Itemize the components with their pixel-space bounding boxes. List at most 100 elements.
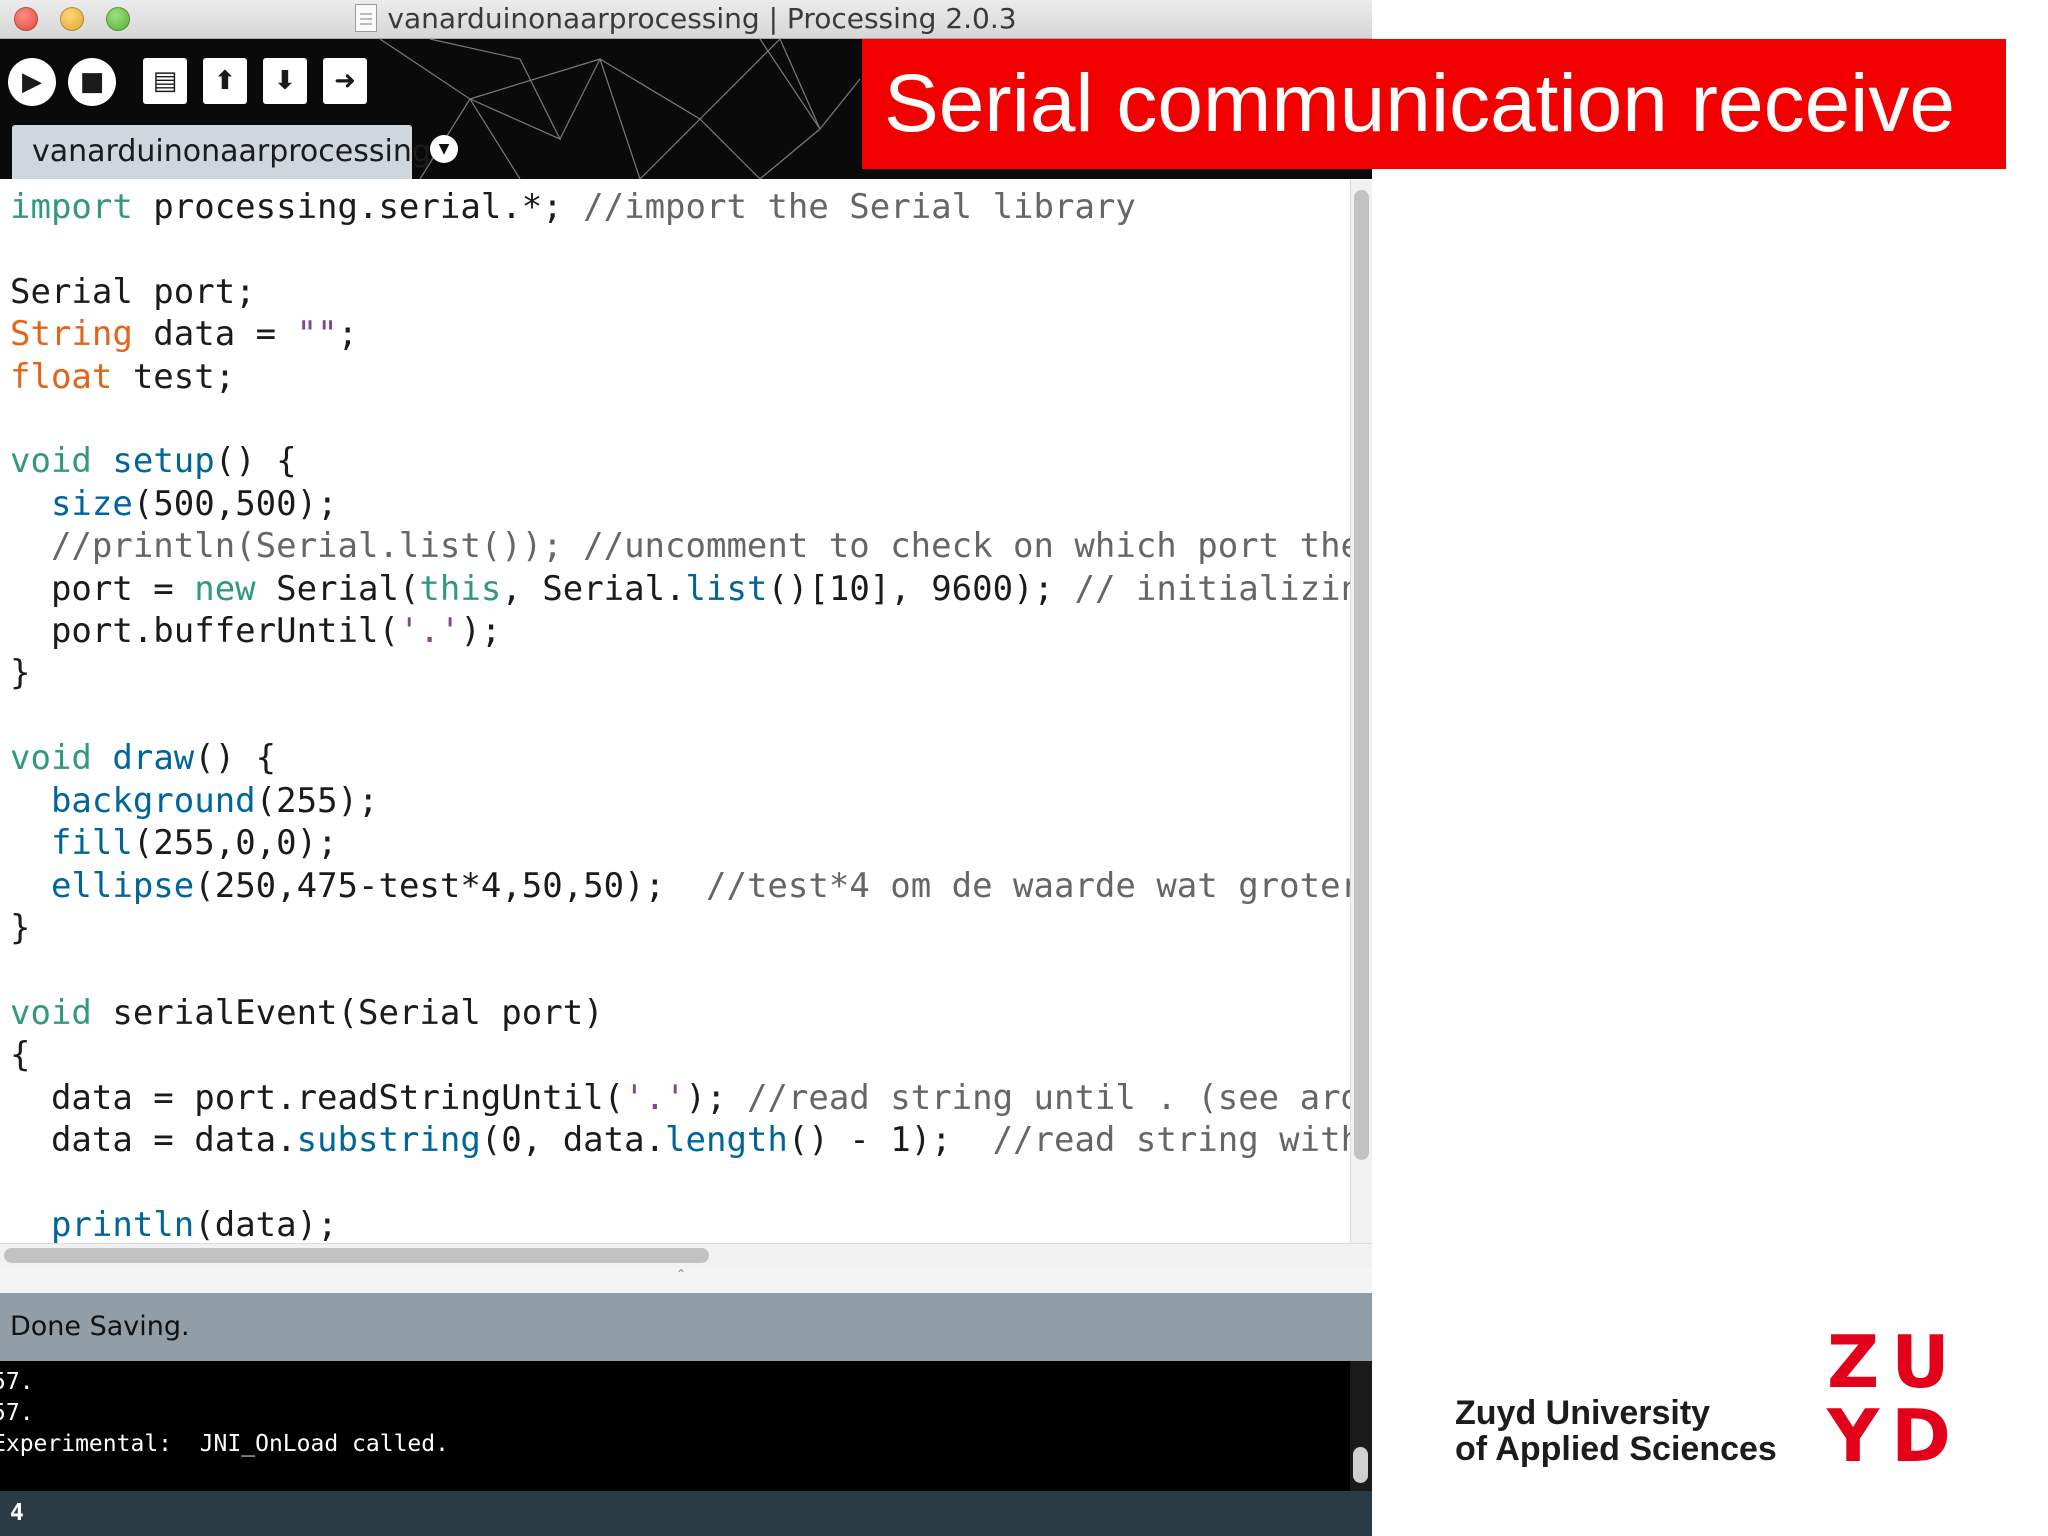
- code-token: substring: [296, 1119, 481, 1160]
- code-token: data = data.: [10, 1119, 297, 1160]
- line-number: 4: [10, 1500, 24, 1526]
- code-token: length: [665, 1119, 788, 1160]
- line-number-bar: 4: [0, 1491, 1372, 1536]
- code-token: //println(Serial.list()); //uncomment to…: [50, 526, 1350, 567]
- editor-vertical-scrollbar[interactable]: [1350, 180, 1372, 1265]
- code-token: (250,475-test*4,50,50);: [194, 865, 706, 906]
- code-token: port.bufferUntil(: [10, 611, 399, 652]
- code-token: serialEvent(Serial port): [91, 992, 604, 1033]
- title-bar: vanarduinonaarprocessing | Processing 2.…: [0, 0, 1372, 39]
- chevron-down-icon: ▼: [438, 141, 450, 157]
- window-title-text: vanarduinonaarprocessing | Processing 2.…: [387, 2, 1017, 35]
- code-token: Serial port;: [10, 271, 256, 312]
- code-token: processing.serial.*;: [132, 187, 584, 227]
- code-line: String data = "";: [10, 313, 1350, 355]
- logo-mark-row-2: YD: [1827, 1394, 1963, 1478]
- console-output[interactable]: 57. 57. Experimental: JNI_OnLoad called.: [0, 1361, 1350, 1491]
- run-button[interactable]: ▶: [8, 58, 56, 106]
- code-token: import: [10, 187, 133, 227]
- code-token: // initializing the obj: [1074, 568, 1350, 609]
- export-button[interactable]: ➜: [323, 58, 367, 104]
- save-icon: ⬇: [274, 66, 296, 96]
- code-line: {: [10, 1034, 1350, 1076]
- code-token: draw: [112, 738, 195, 779]
- slide-title-banner: Serial communication receive: [862, 39, 2006, 169]
- code-line: }: [10, 907, 1350, 949]
- code-editor[interactable]: import processing.serial.*; //import the…: [0, 180, 1350, 1243]
- code-token: );: [460, 611, 502, 652]
- code-text: import processing.serial.*; //import the…: [10, 186, 1350, 1243]
- code-line: data = port.readStringUntil('.'); //read…: [10, 1077, 1350, 1119]
- code-token: data = port.readStringUntil(: [10, 1077, 625, 1118]
- code-token: String: [10, 314, 133, 355]
- code-token: //test*4 om de waarde wat groter te make…: [706, 865, 1350, 906]
- code-line: void serialEvent(Serial port): [10, 992, 1350, 1034]
- console-scrollbar[interactable]: [1350, 1361, 1372, 1491]
- code-token: (data);: [194, 1204, 338, 1243]
- vertical-scroll-thumb[interactable]: [1354, 190, 1369, 1160]
- console-splitter[interactable]: ⌃: [0, 1267, 1372, 1293]
- code-line: data = data.substring(0, data.length() -…: [10, 1119, 1350, 1161]
- code-line: ellipse(250,475-test*4,50,50); //test*4 …: [10, 865, 1350, 907]
- code-token: //read string without .: [992, 1119, 1350, 1160]
- code-token: ;: [337, 314, 359, 355]
- code-line: fill(255,0,0);: [10, 822, 1350, 864]
- code-token: "": [296, 314, 338, 355]
- code-line: }: [10, 652, 1350, 694]
- code-token: size: [50, 483, 133, 524]
- status-message: Done Saving.: [10, 1311, 190, 1342]
- tab-label: vanarduinonaarprocessing: [32, 134, 431, 169]
- code-token: }: [10, 653, 31, 694]
- code-token: '.': [398, 611, 461, 652]
- new-sketch-icon: ▤: [152, 66, 178, 96]
- code-token: Serial(: [255, 568, 420, 609]
- code-token: (255,0,0);: [132, 823, 338, 864]
- code-line: port = new Serial(this, Serial.list()[10…: [10, 568, 1350, 610]
- stop-button[interactable]: ■: [68, 58, 116, 106]
- new-sketch-button[interactable]: ▤: [143, 58, 187, 104]
- window-title: vanarduinonaarprocessing | Processing 2.…: [0, 0, 1372, 38]
- code-token: fill: [50, 823, 133, 864]
- processing-window: vanarduinonaarprocessing | Processing 2.…: [0, 0, 1372, 1536]
- code-token: test;: [112, 356, 236, 397]
- run-icon: ▶: [22, 67, 42, 97]
- editor-horizontal-scrollbar[interactable]: [0, 1243, 1372, 1268]
- open-button[interactable]: ⬆: [203, 58, 247, 104]
- splitter-grip-icon: ⌃: [676, 1267, 687, 1281]
- code-token: (255);: [255, 780, 379, 821]
- code-line: import processing.serial.*; //import the…: [10, 186, 1350, 228]
- code-token: void: [10, 992, 92, 1033]
- code-token: (0, data.: [480, 1119, 666, 1160]
- code-line: void draw() {: [10, 737, 1350, 779]
- code-line: //println(Serial.list()); //uncomment to…: [10, 525, 1350, 567]
- code-line: void setup() {: [10, 440, 1350, 482]
- tab-vanarduinonaarprocessing[interactable]: vanarduinonaarprocessing: [12, 125, 431, 179]
- logo-mark: ZU YD: [1827, 1325, 1963, 1473]
- status-bar: Done Saving.: [0, 1293, 1372, 1361]
- code-token: }: [10, 907, 31, 948]
- code-line: Serial port;: [10, 271, 1350, 313]
- code-token: setup: [112, 441, 215, 482]
- console-text: 57. 57. Experimental: JNI_OnLoad called.: [0, 1367, 449, 1460]
- console-line: Experimental: JNI_OnLoad called.: [0, 1431, 449, 1457]
- console-scroll-thumb[interactable]: [1353, 1447, 1368, 1483]
- code-token: {: [10, 1035, 31, 1076]
- tab-menu-button[interactable]: ▼: [430, 135, 458, 163]
- logo-line-2: of Applied Sciences: [1455, 1430, 1777, 1468]
- save-button[interactable]: ⬇: [263, 58, 307, 104]
- code-token: void: [10, 441, 92, 482]
- horizontal-scroll-thumb[interactable]: [4, 1248, 709, 1263]
- code-token: void: [10, 738, 92, 779]
- slide-title: Serial communication receive: [884, 58, 1956, 149]
- code-token: (500,500);: [132, 483, 338, 524]
- code-line: size(500,500);: [10, 483, 1350, 525]
- code-token: () {: [194, 738, 277, 779]
